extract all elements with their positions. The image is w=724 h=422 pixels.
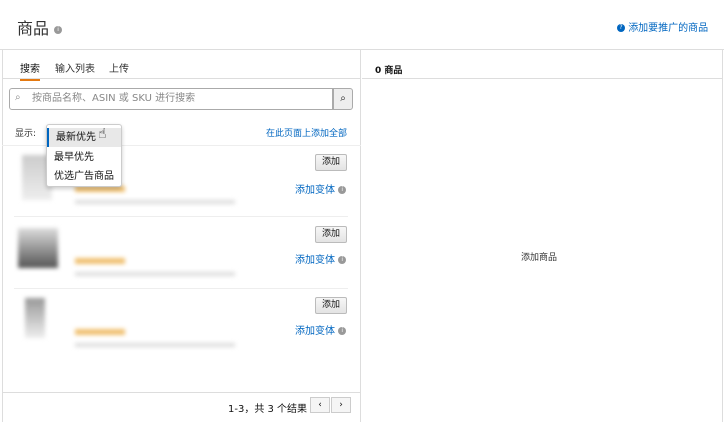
tab-upload[interactable]: 上传 [109, 60, 129, 75]
info-icon: i [54, 25, 63, 34]
info-icon: i [338, 186, 347, 194]
sort-dropdown-menu: 最新优先 最早优先 优选广告商品 [46, 124, 122, 187]
add-product-button[interactable]: 添加 [315, 297, 347, 314]
help-icon: ? [617, 24, 625, 32]
rating-stars [75, 329, 125, 335]
search-icon: ⌕ [340, 93, 346, 104]
search-icon: ⌕ [15, 92, 21, 103]
sort-option-oldest[interactable]: 最早优先 [47, 148, 121, 167]
product-meta [75, 272, 235, 276]
add-product-button[interactable]: 添加 [315, 226, 347, 243]
prev-page-button[interactable]: ‹ [310, 397, 330, 413]
add-promoted-products-link[interactable]: ? 添加要推广的商品 [617, 19, 708, 34]
sort-option-newest[interactable]: 最新优先 [47, 128, 121, 147]
page-title: 商品 i [17, 15, 63, 39]
pagination-summary: 1-3，共 3 个结果 [228, 404, 308, 415]
next-page-button[interactable]: › [331, 397, 351, 413]
add-variants-link[interactable]: 添加变体 i [295, 322, 347, 337]
header [0, 0, 724, 50]
add-product-button[interactable]: 添加 [315, 154, 347, 171]
divider [2, 78, 361, 79]
hand-cursor-icon: ☝ [98, 126, 107, 142]
info-icon: i [338, 256, 347, 264]
add-variants-link[interactable]: 添加变体 i [295, 181, 347, 196]
search-input[interactable]: 按商品名称、ASIN 或 SKU 进行搜索 [9, 88, 333, 110]
empty-state-text: 添加商品 [521, 253, 558, 263]
display-label: 显示: [15, 129, 37, 139]
product-meta [75, 343, 235, 347]
add-all-link[interactable]: 在此页面上添加全部 [266, 126, 347, 139]
product-image [18, 228, 58, 268]
product-meta [75, 200, 235, 204]
add-variants-link[interactable]: 添加变体 i [295, 251, 347, 266]
tab-enter-list[interactable]: 输入列表 [55, 60, 95, 75]
rating-stars [75, 258, 125, 264]
search-button[interactable]: ⌕ [333, 88, 353, 110]
selected-count: 0 商品 [375, 66, 403, 76]
sort-option-featured[interactable]: 优选广告商品 [47, 167, 121, 186]
product-image [25, 298, 45, 338]
info-icon: i [338, 327, 347, 335]
